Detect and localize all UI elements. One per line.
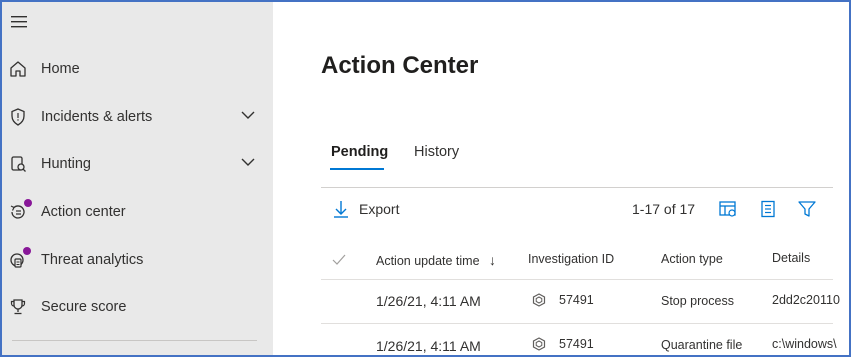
- table-cell-investigation-id[interactable]: 57491: [559, 293, 594, 307]
- home-icon: [10, 61, 26, 77]
- table-cell-details: 2dd2c20110: [772, 293, 840, 307]
- row-separator: [321, 323, 833, 324]
- page-title: Action Center: [321, 52, 479, 79]
- sidebar-item-home[interactable]: Home: [2, 47, 273, 91]
- investigation-icon: [532, 293, 546, 307]
- customize-columns-icon[interactable]: [719, 200, 737, 218]
- table-cell-details: c:\windows\: [772, 337, 837, 351]
- export-label: Export: [359, 201, 400, 217]
- sidebar-item-secure-score[interactable]: Secure score: [2, 285, 273, 329]
- table-cell-time: 1/26/21, 4:11 AM: [376, 338, 481, 354]
- investigation-icon: [532, 337, 546, 351]
- sidebar-item-label: Threat analytics: [41, 252, 144, 268]
- row-separator: [321, 279, 833, 280]
- sidebar-item-hunting[interactable]: Hunting: [2, 142, 273, 186]
- column-header-action-type[interactable]: Action type: [661, 252, 723, 266]
- notification-dot: [24, 199, 32, 207]
- sidebar-item-action-center[interactable]: Action center: [2, 190, 273, 234]
- main-content: Action Center Pending History Export 1-1…: [273, 2, 849, 355]
- export-button[interactable]: Export: [333, 200, 399, 218]
- trophy-icon: [10, 299, 26, 315]
- sidebar: Home Incidents & alerts Hunting Action c…: [2, 2, 273, 355]
- tab-history[interactable]: History: [414, 144, 459, 160]
- sidebar-divider: [12, 340, 257, 341]
- download-icon: [334, 201, 348, 218]
- tab-pending[interactable]: Pending: [331, 144, 388, 160]
- app-window: Home Incidents & alerts Hunting Action c…: [0, 0, 851, 357]
- sort-descending-icon: ↓: [489, 252, 497, 268]
- sidebar-item-label: Secure score: [41, 299, 127, 315]
- filter-icon[interactable]: [798, 200, 816, 218]
- active-tab-indicator: [330, 168, 384, 170]
- column-header-details[interactable]: Details: [772, 251, 810, 265]
- sidebar-item-label: Hunting: [41, 156, 91, 172]
- sidebar-item-label: Incidents & alerts: [41, 109, 153, 125]
- select-all-checkmark-icon[interactable]: [332, 254, 346, 266]
- table-cell-time: 1/26/21, 4:11 AM: [376, 293, 481, 309]
- chevron-down-icon[interactable]: [241, 110, 255, 120]
- sidebar-item-label: Home: [41, 61, 80, 77]
- column-header-investigation-id[interactable]: Investigation ID: [528, 252, 614, 266]
- chevron-down-icon[interactable]: [241, 157, 255, 167]
- hamburger-menu-icon[interactable]: [11, 15, 29, 29]
- table-cell-action-type: Stop process: [661, 294, 734, 308]
- tabs-divider: [321, 187, 833, 188]
- pagination-count: 1-17 of 17: [632, 201, 696, 217]
- sidebar-item-label: Action center: [41, 204, 126, 220]
- hunting-icon: [11, 156, 26, 172]
- sidebar-item-threat-analytics[interactable]: Threat analytics: [2, 238, 273, 282]
- table-cell-investigation-id[interactable]: 57491: [559, 337, 594, 351]
- notification-dot: [23, 247, 31, 255]
- shield-icon: [11, 108, 25, 126]
- table-cell-action-type: Quarantine file: [661, 338, 743, 352]
- sidebar-item-incidents-alerts[interactable]: Incidents & alerts: [2, 95, 273, 139]
- list-view-icon[interactable]: [759, 200, 777, 218]
- column-header-action-update-time[interactable]: Action update time ↓: [376, 252, 496, 268]
